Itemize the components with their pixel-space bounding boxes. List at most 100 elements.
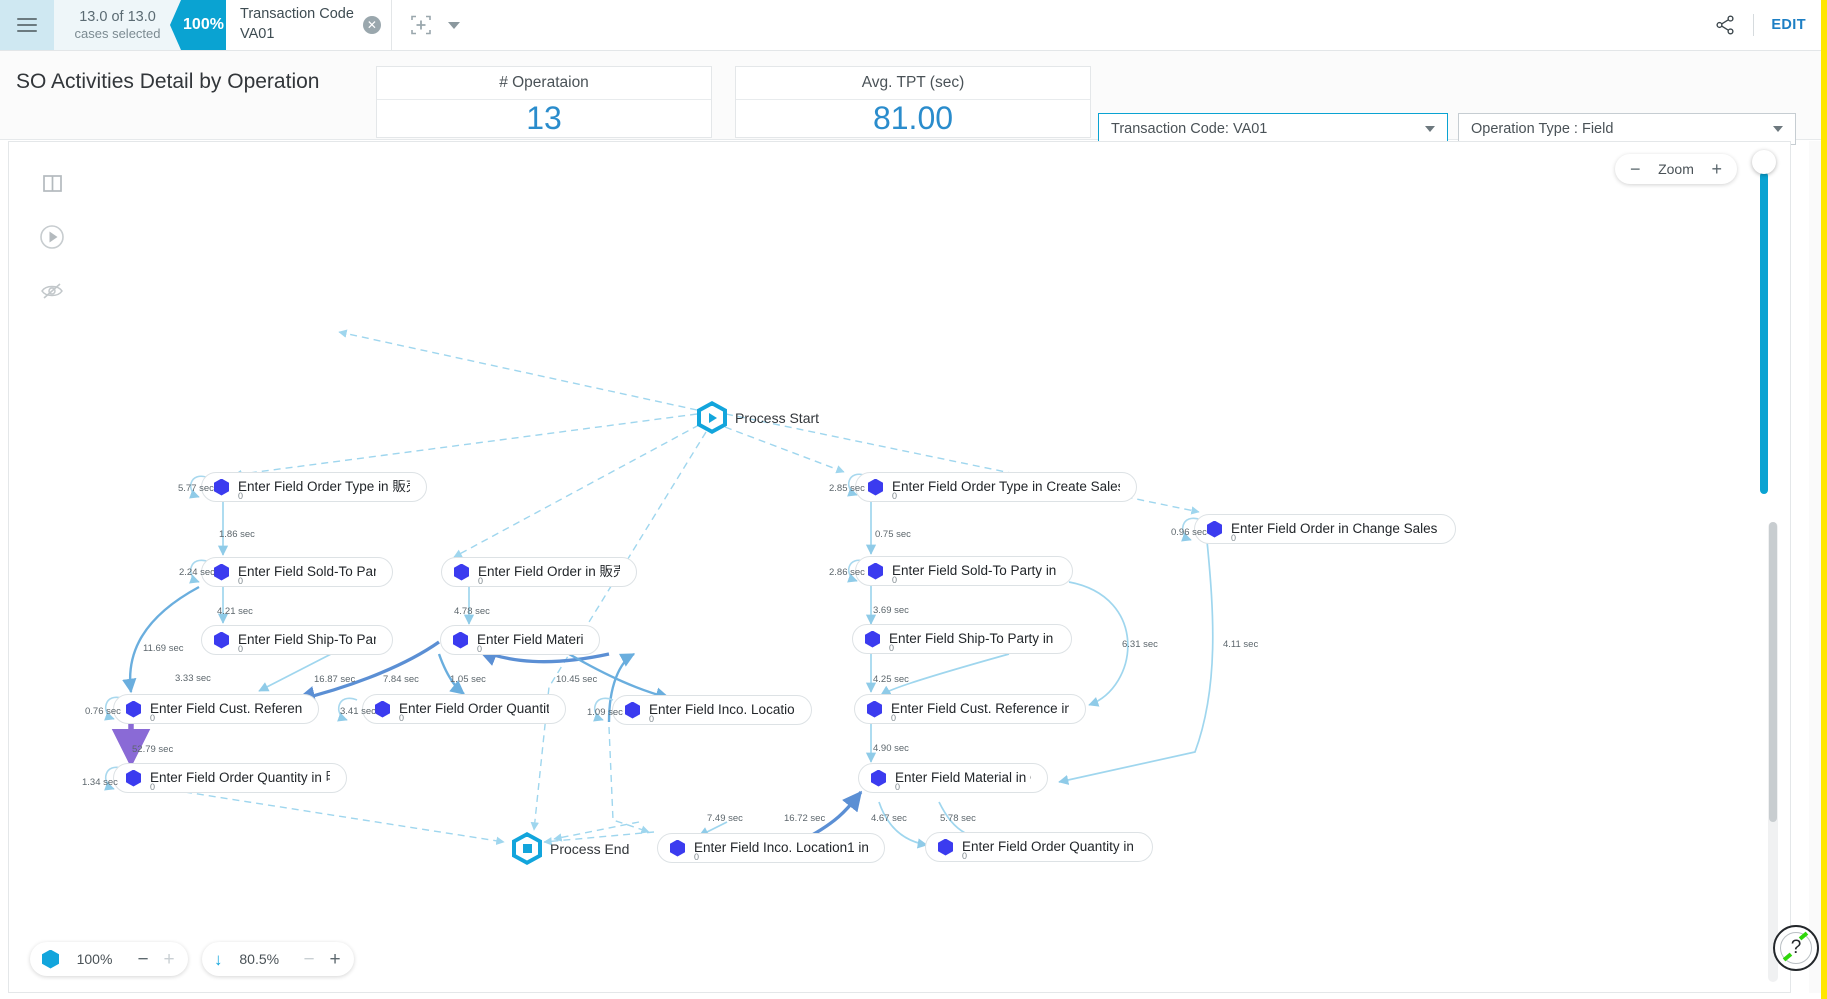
edge-duration-label: 0.76 sec <box>85 706 121 717</box>
active-filter-name: Transaction Code <box>240 6 354 23</box>
stop-icon <box>512 832 542 865</box>
zoom-out-button[interactable]: − <box>1630 160 1641 178</box>
activity-node[interactable]: Enter Field Order Quantity in Overview0 <box>925 832 1153 862</box>
edge-duration-label: 1.09 sec <box>587 707 623 718</box>
chevron-down-icon[interactable] <box>1425 126 1435 132</box>
hexagon-icon <box>868 478 883 496</box>
activity-node[interactable]: Enter Field Order in Change Sales Docume… <box>1194 514 1456 544</box>
activity-node[interactable]: Enter Field Inco. Location1 in Overview0 <box>657 833 885 863</box>
activity-node[interactable]: Enter Field Cust. Reference in 概要0 <box>113 694 319 724</box>
activity-node[interactable]: Enter Field Ship-To Party in 概要0 <box>201 625 393 655</box>
kpi-avg-tpt-value: 81.00 <box>872 100 954 136</box>
hamburger-menu-button[interactable] <box>0 0 54 50</box>
edge-duration-label: 4.78 sec <box>454 606 490 617</box>
share-icon[interactable] <box>1714 14 1736 36</box>
node-count: 0 <box>478 575 484 586</box>
edge-duration-label: 2.86 sec <box>829 567 865 578</box>
node-label: Process End <box>550 840 630 857</box>
edge-duration-label: 11.69 sec <box>143 643 184 654</box>
activity-node[interactable]: Enter Field Order Type in 販売伝票登録0 <box>201 472 427 502</box>
node-label: Enter Field Order Type in 販売伝票登録 <box>238 479 410 494</box>
activity-node[interactable]: Enter Field Ship-To Party in Overview0 <box>852 624 1072 654</box>
play-button[interactable] <box>30 212 74 262</box>
edge-detail-decrease-button[interactable]: − <box>296 950 322 969</box>
node-count: 0 <box>399 712 405 723</box>
node-label: Enter Field Cust. Reference in 概要 <box>150 701 302 716</box>
hexagon-icon <box>867 700 882 718</box>
zoom-label: Zoom <box>1658 161 1694 177</box>
eye-slash-icon <box>41 283 63 299</box>
activity-node[interactable]: Enter Field Sold-To Party in 概要0 <box>201 557 393 587</box>
zoom-slider-track[interactable] <box>1760 172 1768 494</box>
activity-node[interactable]: Enter Field Order in 販売伝票変更0 <box>441 557 637 587</box>
activity-node[interactable]: Enter Field Material in 概要0 <box>440 625 600 655</box>
node-count: 0 <box>238 643 244 654</box>
kpi-avg-tpt-label: Avg. TPT (sec) <box>736 67 1090 100</box>
activity-node[interactable]: Enter Field Order Type in Create Sales D… <box>855 472 1137 502</box>
chevron-down-icon[interactable] <box>1773 126 1783 132</box>
activity-node[interactable]: Enter Field Order Quantity in 概要0 <box>362 694 566 724</box>
node-label: Enter Field Order Quantity in 明細データ <box>150 770 330 785</box>
play-icon <box>697 401 727 434</box>
hide-button[interactable] <box>30 266 74 316</box>
canvas-scrollbar[interactable] <box>1768 522 1778 982</box>
process-start-node[interactable]: Process Start <box>697 401 819 434</box>
hexagon-icon <box>670 839 685 857</box>
active-filter-chip[interactable]: Transaction Code VA01 ✕ <box>226 0 392 50</box>
edge-duration-label: 5.78 sec <box>940 813 976 824</box>
light-edges <box>217 498 1214 849</box>
node-count: 0 <box>150 781 156 792</box>
node-label: Enter Field Material in Overview <box>895 770 1031 785</box>
node-label: Enter Field Order Quantity in Overview <box>962 839 1136 854</box>
zoom-slider-handle[interactable] <box>1752 150 1776 174</box>
zoom-in-button[interactable]: + <box>1711 160 1722 178</box>
process-end-node[interactable]: Process End <box>512 832 629 865</box>
edge-duration-label: 1.86 sec <box>219 529 255 540</box>
edge-duration-label: 52.79 sec <box>132 744 174 755</box>
hexagon-icon <box>625 701 640 719</box>
panel-icon <box>42 174 62 192</box>
activity-node[interactable]: Enter Field Sold-To Party in Overview0 <box>855 556 1073 586</box>
canvas-scrollbar-thumb[interactable] <box>1769 522 1777 822</box>
node-detail-increase-button[interactable]: + <box>156 950 182 969</box>
node-count: 0 <box>889 642 895 653</box>
page-scrollbar[interactable] <box>1809 141 1821 993</box>
chevron-down-icon[interactable] <box>447 21 460 29</box>
activity-node[interactable]: Enter Field Cust. Reference in Overview0 <box>854 694 1086 724</box>
edge-detail-slider[interactable]: ↓ 80.5% − + <box>202 942 354 976</box>
activity-node[interactable]: Enter Field Inco. Location1 in 概要0 <box>612 695 812 725</box>
edge-detail-increase-button[interactable]: + <box>322 950 348 969</box>
node-count: 0 <box>892 490 898 501</box>
help-button[interactable]: ? <box>1773 925 1819 971</box>
node-count: 0 <box>477 643 483 654</box>
edge-duration-label: 1.34 sec <box>82 777 118 788</box>
process-graph-canvas[interactable]: Process Start Process End Enter Field Orde… <box>8 141 1791 993</box>
cases-count: 13.0 of 13.0 <box>79 8 156 25</box>
edge-duration-label: 3.41 sec <box>340 706 376 717</box>
edge-duration-label: 10.45 sec <box>556 674 598 685</box>
add-filter-icon[interactable] <box>410 14 432 36</box>
panel-toggle-button[interactable] <box>30 158 74 208</box>
node-label: Enter Field Inco. Location1 in Overview <box>694 840 868 855</box>
hexagon-icon <box>375 700 390 718</box>
hexagon-icon <box>214 631 229 649</box>
zoom-control[interactable]: − Zoom + <box>1615 154 1737 184</box>
node-count: 0 <box>238 490 244 501</box>
node-count: 0 <box>1231 532 1237 543</box>
filter-transaction-code-label: Transaction Code: VA01 <box>1111 121 1268 137</box>
node-detail-decrease-button[interactable]: − <box>130 950 156 969</box>
node-detail-slider[interactable]: 100% − + <box>30 942 188 976</box>
hamburger-icon <box>17 14 37 36</box>
zoom-slider[interactable] <box>1752 150 1776 495</box>
edge-duration-label: 4.11 sec <box>1223 639 1259 650</box>
node-count: 0 <box>892 574 898 585</box>
close-icon[interactable]: ✕ <box>362 16 381 34</box>
node-count: 0 <box>962 850 968 861</box>
activity-node[interactable]: Enter Field Material in Overview0 <box>858 763 1048 793</box>
node-label: Enter Field Cust. Reference in Overview <box>891 701 1069 716</box>
node-count: 0 <box>150 712 156 723</box>
edit-button[interactable]: EDIT <box>1771 17 1806 33</box>
activity-node[interactable]: Enter Field Order Quantity in 明細データ0 <box>113 763 347 793</box>
hexagon-icon <box>126 769 141 787</box>
